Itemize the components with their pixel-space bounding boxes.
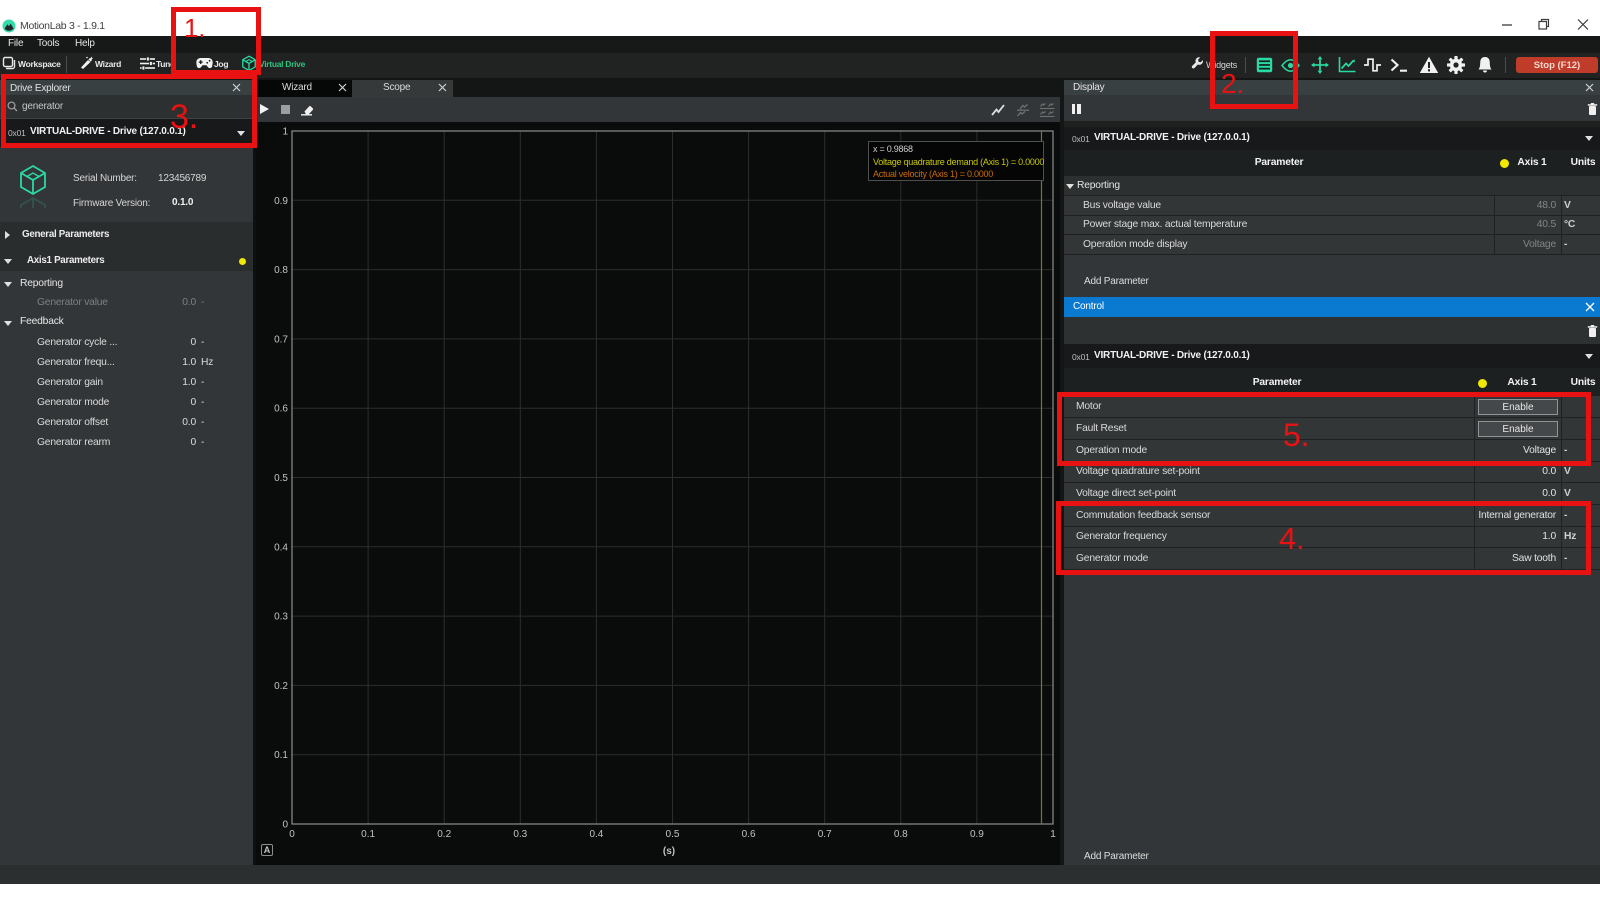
svg-text:0.5: 0.5 xyxy=(274,473,288,484)
svg-text:(s): (s) xyxy=(663,846,675,857)
svg-text:0.2: 0.2 xyxy=(274,681,288,692)
svg-text:0.4: 0.4 xyxy=(274,542,288,553)
svg-text:0.8: 0.8 xyxy=(274,265,288,276)
svg-text:0.9: 0.9 xyxy=(970,829,984,840)
svg-text:0.3: 0.3 xyxy=(513,829,527,840)
svg-text:0.7: 0.7 xyxy=(274,334,288,345)
svg-text:0.6: 0.6 xyxy=(274,404,288,415)
svg-text:0.1: 0.1 xyxy=(274,750,288,761)
svg-text:0.8: 0.8 xyxy=(894,829,908,840)
svg-text:0.1: 0.1 xyxy=(361,829,375,840)
svg-text:0.3: 0.3 xyxy=(274,612,288,623)
svg-text:0: 0 xyxy=(289,829,295,840)
svg-text:0.6: 0.6 xyxy=(742,829,756,840)
svg-text:1: 1 xyxy=(1050,829,1056,840)
svg-text:1: 1 xyxy=(282,127,288,138)
svg-text:0.2: 0.2 xyxy=(437,829,451,840)
svg-text:0.4: 0.4 xyxy=(589,829,603,840)
svg-text:0.5: 0.5 xyxy=(666,829,680,840)
svg-text:0: 0 xyxy=(282,820,288,831)
svg-text:0.9: 0.9 xyxy=(274,196,288,207)
svg-text:0.7: 0.7 xyxy=(818,829,832,840)
